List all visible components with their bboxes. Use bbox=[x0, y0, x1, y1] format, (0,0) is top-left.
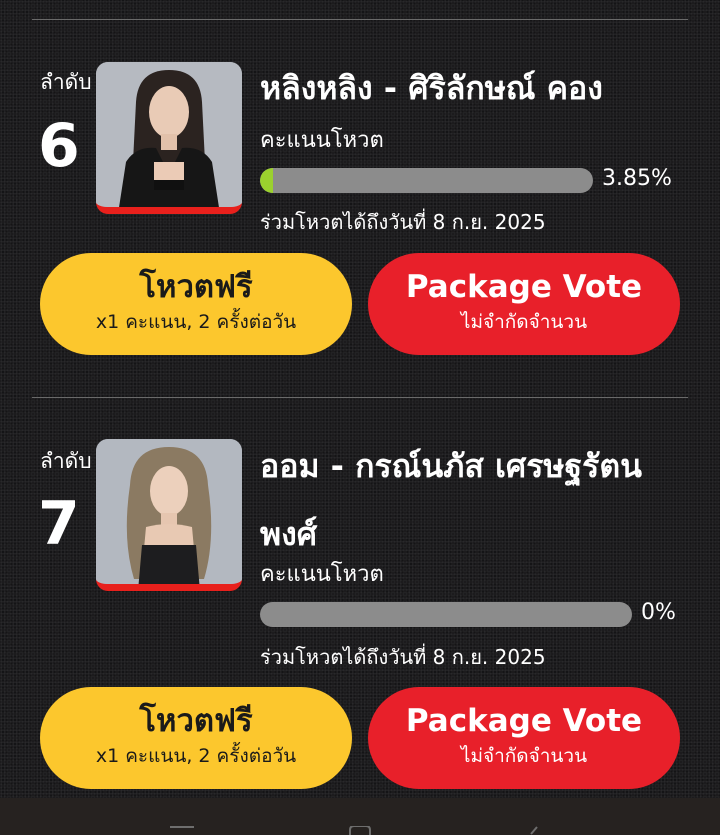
package-vote-button[interactable]: Package Vote ไม่จำกัดจำนวน bbox=[368, 687, 680, 789]
package-vote-subtitle: ไม่จำกัดจำนวน bbox=[460, 745, 588, 767]
vote-progress-bar bbox=[260, 168, 593, 193]
score-label: คะแนนโหวต bbox=[260, 562, 384, 587]
vote-deadline-text: ร่วมโหวตได้ถึงวันที่ 8 ก.ย. 2025 bbox=[260, 210, 546, 234]
system-nav-bar bbox=[0, 798, 720, 835]
candidate-portrait-icon bbox=[96, 62, 242, 207]
candidate-name: หลิงหลิง - ศิริลักษณ์ คอง bbox=[260, 69, 603, 107]
back-icon[interactable] bbox=[525, 826, 549, 835]
candidate-photo[interactable] bbox=[96, 62, 242, 214]
free-vote-button[interactable]: โหวตฟรี x1 คะแนน, 2 ครั้งต่อวัน bbox=[40, 253, 352, 355]
vote-progress-bar bbox=[260, 602, 632, 627]
candidate-name: ออม - กรณ์นภัส เศรษฐรัตนพงศ์ bbox=[260, 447, 643, 553]
package-vote-subtitle: ไม่จำกัดจำนวน bbox=[460, 311, 588, 333]
vote-deadline-text: ร่วมโหวตได้ถึงวันที่ 8 ก.ย. 2025 bbox=[260, 645, 546, 669]
rank-label: ลำดับ bbox=[40, 449, 92, 473]
rank-label: ลำดับ bbox=[40, 70, 92, 94]
vote-percent: 0% bbox=[641, 600, 676, 625]
menu-icon[interactable] bbox=[170, 826, 194, 835]
free-vote-title: โหวตฟรี bbox=[139, 703, 253, 739]
score-label: คะแนนโหวต bbox=[260, 128, 384, 153]
free-vote-title: โหวตฟรี bbox=[139, 269, 253, 305]
top-divider bbox=[32, 19, 688, 20]
candidate-portrait-icon bbox=[96, 439, 242, 584]
rank-number: 6 bbox=[38, 111, 80, 181]
free-vote-button[interactable]: โหวตฟรี x1 คะแนน, 2 ครั้งต่อวัน bbox=[40, 687, 352, 789]
vote-percent: 3.85% bbox=[602, 166, 672, 191]
candidate-photo[interactable] bbox=[96, 439, 242, 591]
package-vote-title: Package Vote bbox=[405, 703, 643, 739]
home-icon[interactable] bbox=[348, 826, 372, 835]
rank-number: 7 bbox=[38, 489, 80, 559]
package-vote-title: Package Vote bbox=[405, 269, 643, 305]
card-divider bbox=[32, 397, 688, 398]
free-vote-subtitle: x1 คะแนน, 2 ครั้งต่อวัน bbox=[95, 311, 297, 333]
package-vote-button[interactable]: Package Vote ไม่จำกัดจำนวน bbox=[368, 253, 680, 355]
free-vote-subtitle: x1 คะแนน, 2 ครั้งต่อวัน bbox=[95, 745, 297, 767]
vote-progress-fill bbox=[260, 168, 273, 193]
